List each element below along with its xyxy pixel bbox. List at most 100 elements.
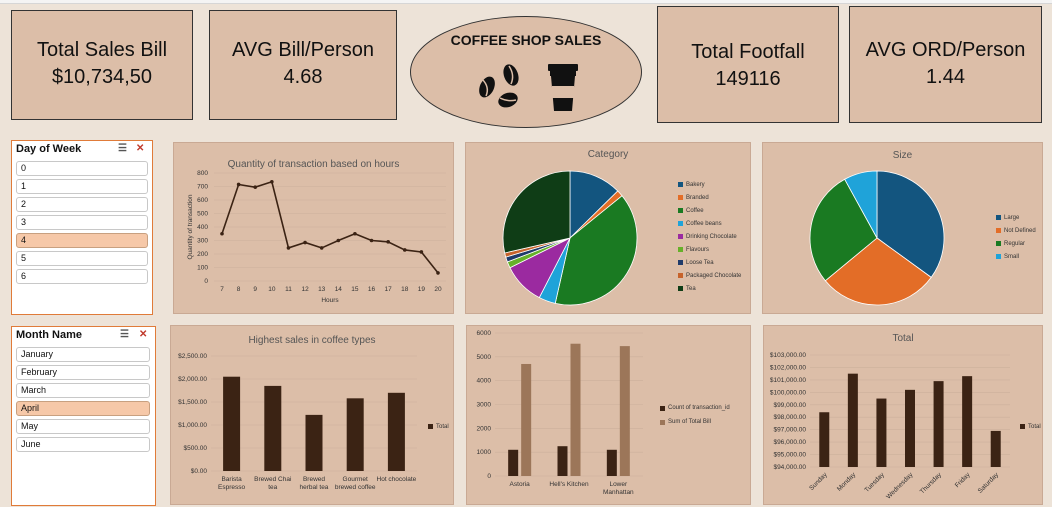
legend-item: Packaged Chocolate xyxy=(678,269,741,282)
y-tick-label: $100,000.00 xyxy=(770,389,807,396)
legend-swatch xyxy=(678,182,683,187)
slicer-day-header: Day of Week ☰ ✕ xyxy=(12,141,152,157)
y-tick-label: $1,500.00 xyxy=(178,399,207,406)
slicer-month-item[interactable]: May xyxy=(16,419,150,434)
legend-label: Total xyxy=(1028,423,1041,430)
multi-select-icon[interactable]: ☰ xyxy=(120,329,129,340)
x-tick-label: 10 xyxy=(268,286,276,293)
kpi-avg-ord: AVG ORD/Person 1.44 xyxy=(849,6,1042,123)
y-tick-label: 2000 xyxy=(477,425,492,432)
y-tick-label: 1000 xyxy=(477,449,492,456)
data-point xyxy=(436,271,440,275)
x-tick-label: 15 xyxy=(351,286,359,293)
bar xyxy=(346,398,364,471)
data-point xyxy=(253,185,258,189)
kpi-avg-bill-value: 4.68 xyxy=(283,66,323,88)
chart-days-total-legend: Total xyxy=(1020,420,1041,433)
chart-locations-panel[interactable]: 0 1000 2000 3000 4000 5000 6000 Count of trans… xyxy=(466,325,751,505)
chart-hours-panel[interactable]: Quantity of transaction based on hours 0… xyxy=(173,142,454,314)
x-tick-label: 14 xyxy=(335,286,343,293)
slicer-month-title: Month Name xyxy=(16,329,82,341)
legend-label: Coffee xyxy=(686,207,704,214)
legend-swatch xyxy=(678,221,683,226)
slicer-day-item[interactable]: 5 xyxy=(16,251,148,266)
x-tick-label: 12 xyxy=(301,286,309,293)
y-tick-label: $97,000.00 xyxy=(773,427,806,434)
legend-item: Coffee beans xyxy=(678,217,741,230)
legend-label: Tea xyxy=(686,285,696,292)
legend-item: Drinking Chocolate xyxy=(678,230,741,243)
bar xyxy=(387,392,405,471)
data-point xyxy=(303,240,307,245)
clear-filter-icon[interactable]: ✕ xyxy=(136,143,144,154)
x-tick-label: Sunday xyxy=(808,471,829,492)
slicer-day-item[interactable]: 2 xyxy=(16,197,148,212)
kpi-total-footfall: Total Footfall 149116 xyxy=(657,6,839,123)
x-tick-label: 19 xyxy=(418,286,426,293)
kpi-total-sales-value: $10,734,50 xyxy=(51,66,153,88)
y-tick-label: 5000 xyxy=(477,354,492,361)
y-tick-label: $1,000.00 xyxy=(178,422,207,429)
chart-days-total-panel[interactable]: Total $94,000.00 $95,000.00 $96,000.00 $97,… xyxy=(763,325,1043,505)
legend-swatch xyxy=(996,228,1001,233)
pie-slice xyxy=(502,170,571,254)
slicer-day-item-selected[interactable]: 4 xyxy=(16,233,148,248)
slicer-day-title: Day of Week xyxy=(16,143,82,155)
bar xyxy=(847,373,858,467)
data-point xyxy=(270,179,274,184)
bar xyxy=(933,381,944,467)
chart-coffee-types-panel[interactable]: Highest sales in coffee types $0.00 $500.… xyxy=(170,325,454,505)
legend-item: Regular xyxy=(996,237,1036,250)
chart-days-total-svg: $94,000.00 $95,000.00 $96,000.00 $97,000.00… xyxy=(770,352,1010,501)
legend-swatch xyxy=(1020,424,1025,429)
y-tick-label: 3000 xyxy=(477,402,492,409)
x-tick-label: Astoria xyxy=(509,481,530,488)
chart-hours-svg: 0 100 200 300 400 500 600 700 800 7 8 9 10 11 12 13 14 15… xyxy=(187,170,446,304)
y-tick-label: $95,000.00 xyxy=(773,452,806,459)
x-tick-label: 7 xyxy=(220,286,224,293)
legend-item: Large xyxy=(996,211,1036,224)
data-point xyxy=(419,250,424,254)
x-tick-label: Barista Espresso xyxy=(218,476,246,491)
legend-label: Packaged Chocolate xyxy=(686,272,742,279)
legend-label: Small xyxy=(1004,253,1020,260)
y-tick-label: 200 xyxy=(197,251,208,258)
slicer-day-item[interactable]: 0 xyxy=(16,161,148,176)
logo-title: COFFEE SHOP SALES xyxy=(450,32,602,48)
chart-size-legend: Large Not Defined Regular Small xyxy=(996,211,1036,263)
slicer-day-item[interactable]: 1 xyxy=(16,179,148,194)
legend-swatch xyxy=(678,247,683,252)
bar xyxy=(905,389,915,467)
legend-item: Flavours xyxy=(678,243,741,256)
clear-filter-icon[interactable]: ✕ xyxy=(139,329,147,340)
slicer-month-item[interactable]: March xyxy=(16,383,150,398)
x-tick-label: Friday xyxy=(954,471,972,489)
slicer-month-header: Month Name ☰ ✕ xyxy=(12,327,155,343)
kpi-total-footfall-title: Total Footfall xyxy=(691,41,805,63)
kpi-total-sales-title: Total Sales Bill xyxy=(36,39,168,61)
legend-swatch xyxy=(678,273,683,278)
slicer-month-item[interactable]: January xyxy=(16,347,150,362)
coffee-shop-logo: COFFEE SHOP SALES xyxy=(410,16,642,128)
x-tick-label: Wednesday xyxy=(885,471,915,501)
chart-category-panel[interactable]: Category Bakery Branded Coffee Coffee beans… xyxy=(465,142,751,314)
data-point xyxy=(386,240,390,244)
slicer-day-item[interactable]: 6 xyxy=(16,269,148,284)
legend-swatch xyxy=(678,234,683,239)
slicer-month-item[interactable]: June xyxy=(16,437,150,452)
slicer-day-item[interactable]: 3 xyxy=(16,215,148,230)
multi-select-icon[interactable]: ☰ xyxy=(118,143,127,154)
bar xyxy=(521,363,532,476)
legend-label: Drinking Chocolate xyxy=(686,233,737,240)
chart-size-panel[interactable]: Size Large Not Defined Regular Small xyxy=(762,142,1043,314)
slicer-month-item-selected[interactable]: April xyxy=(16,401,150,416)
kpi-total-footfall-value: 149116 xyxy=(715,68,781,90)
legend-swatch xyxy=(678,260,683,265)
bar xyxy=(990,430,1001,467)
legend-item: Not Defined xyxy=(996,224,1036,237)
legend-label: Bakery xyxy=(686,181,705,188)
slicer-month-item[interactable]: February xyxy=(16,365,150,380)
y-tick-label: 600 xyxy=(197,197,208,204)
coffee-cup-icon xyxy=(548,64,578,111)
x-tick-label: 17 xyxy=(385,286,393,293)
